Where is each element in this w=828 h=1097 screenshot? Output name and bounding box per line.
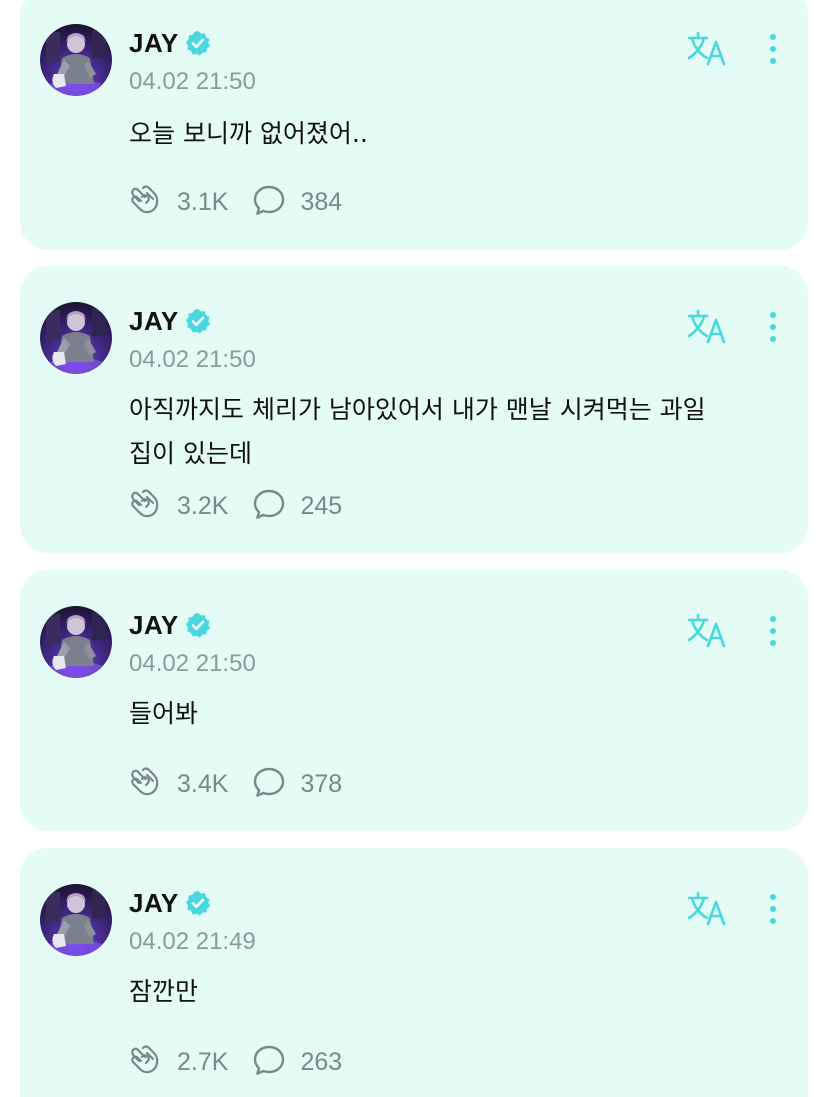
like-count: 2.7K xyxy=(177,1047,229,1076)
comment-button[interactable]: 378 xyxy=(252,765,342,803)
author-row: JAY xyxy=(129,886,211,920)
verified-badge-icon xyxy=(185,612,211,638)
avatar[interactable] xyxy=(40,24,112,96)
heart-hands-icon xyxy=(129,765,163,803)
author-row: JAY xyxy=(129,26,211,60)
author-row: JAY xyxy=(129,304,211,338)
like-count: 3.2K xyxy=(177,491,229,520)
author-name[interactable]: JAY xyxy=(129,306,179,337)
translate-icon[interactable] xyxy=(686,308,728,346)
avatar[interactable] xyxy=(40,302,112,374)
more-vertical-icon[interactable] xyxy=(766,614,780,648)
like-button[interactable]: 3.1K xyxy=(129,183,228,221)
post-stats: 3.4K 378 xyxy=(129,767,342,801)
comment-button[interactable]: 384 xyxy=(252,183,342,221)
author-name[interactable]: JAY xyxy=(129,888,179,919)
like-button[interactable]: 2.7K xyxy=(129,1043,228,1081)
like-button[interactable]: 3.4K xyxy=(129,765,228,803)
post-timestamp: 04.02 21:50 xyxy=(129,346,256,373)
comment-bubble-icon xyxy=(252,487,286,525)
comment-count: 263 xyxy=(300,1047,343,1076)
post-card[interactable]: JAY 04.02 21:50 들어봐 3.4K 378 xyxy=(20,570,808,831)
post-text: 오늘 보니까 없어졌어.. xyxy=(129,119,368,148)
author-name[interactable]: JAY xyxy=(129,610,179,641)
avatar[interactable] xyxy=(40,884,112,956)
comment-count: 378 xyxy=(300,769,343,798)
comment-bubble-icon xyxy=(252,1043,286,1081)
comment-bubble-icon xyxy=(252,183,286,221)
more-vertical-icon[interactable] xyxy=(766,32,780,66)
comment-button[interactable]: 245 xyxy=(252,487,342,525)
comment-bubble-icon xyxy=(252,765,286,803)
heart-hands-icon xyxy=(129,487,163,525)
comment-button[interactable]: 263 xyxy=(252,1043,342,1081)
comment-count: 384 xyxy=(300,187,343,216)
author-name[interactable]: JAY xyxy=(129,28,179,59)
like-button[interactable]: 3.2K xyxy=(129,487,228,525)
verified-badge-icon xyxy=(185,308,211,334)
post-stats: 3.1K 384 xyxy=(129,185,342,219)
like-count: 3.4K xyxy=(177,769,229,798)
like-count: 3.1K xyxy=(177,187,229,216)
heart-hands-icon xyxy=(129,183,163,221)
post-timestamp: 04.02 21:50 xyxy=(129,650,256,677)
verified-badge-icon xyxy=(185,890,211,916)
post-text: 들어봐 xyxy=(129,699,199,728)
post-timestamp: 04.02 21:50 xyxy=(129,68,256,95)
avatar[interactable] xyxy=(40,606,112,678)
heart-hands-icon xyxy=(129,1043,163,1081)
post-card[interactable]: JAY 04.02 21:50 아직까지도 체리가 남아있어서 내가 맨날 시켜… xyxy=(20,266,808,553)
post-text: 잠깐만 xyxy=(129,977,199,1006)
translate-icon[interactable] xyxy=(686,612,728,650)
verified-badge-icon xyxy=(185,30,211,56)
author-row: JAY xyxy=(129,608,211,642)
post-stats: 3.2K 245 xyxy=(129,489,342,523)
translate-icon[interactable] xyxy=(686,30,728,68)
post-timestamp: 04.02 21:49 xyxy=(129,928,256,955)
comment-count: 245 xyxy=(300,491,343,520)
translate-icon[interactable] xyxy=(686,890,728,928)
post-feed: JAY 04.02 21:50 오늘 보니까 없어졌어.. 3.1K 384 J… xyxy=(0,0,828,1097)
post-stats: 2.7K 263 xyxy=(129,1045,342,1079)
post-text: 아직까지도 체리가 남아있어서 내가 맨날 시켜먹는 과일 집이 있는데 xyxy=(129,395,706,468)
more-vertical-icon[interactable] xyxy=(766,892,780,926)
post-card[interactable]: JAY 04.02 21:49 잠깐만 2.7K 263 xyxy=(20,848,808,1097)
more-vertical-icon[interactable] xyxy=(766,310,780,344)
post-card[interactable]: JAY 04.02 21:50 오늘 보니까 없어졌어.. 3.1K 384 xyxy=(20,0,808,250)
